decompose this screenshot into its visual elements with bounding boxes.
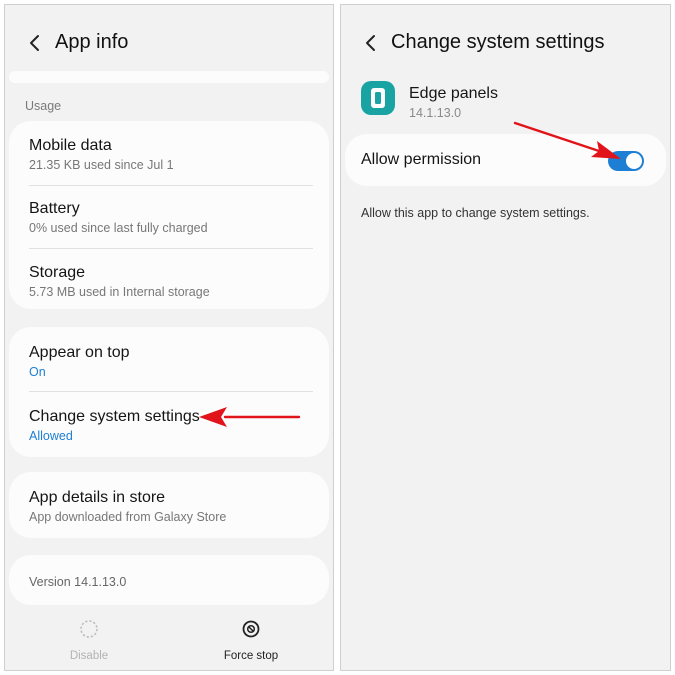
mobile-data-item[interactable]: Mobile data 21.35 KB used since Jul 1 [29, 136, 311, 173]
appear-on-top-status: On [29, 365, 46, 379]
app-version: 14.1.13.0 [409, 106, 462, 120]
section-label-usage: Usage [25, 99, 62, 113]
appear-on-top-item[interactable]: Appear on top On [29, 343, 311, 380]
storage-title: Storage [29, 264, 86, 281]
permission-card: Allow permission [345, 134, 666, 186]
change-system-settings-item[interactable]: Change system settings Allowed [29, 407, 311, 444]
clipped-card [9, 71, 329, 83]
divider [29, 185, 313, 186]
app-info-screen: App info Usage Mobile data 21.35 KB used… [4, 4, 334, 671]
allow-permission-toggle[interactable] [608, 151, 644, 171]
disable-button[interactable]: Disable [39, 618, 139, 664]
mobile-data-sub: 21.35 KB used since Jul 1 [29, 158, 174, 172]
change-system-settings-status: Allowed [29, 429, 73, 443]
advanced-card: Appear on top On Change system settings … [9, 327, 329, 457]
battery-sub: 0% used since last fully charged [29, 221, 208, 235]
app-info-header: App info [5, 25, 333, 61]
allow-permission-label: Allow permission [361, 151, 482, 168]
force-stop-icon [242, 620, 260, 638]
battery-title: Battery [29, 200, 80, 217]
permission-description: Allow this app to change system settings… [361, 206, 590, 220]
version-card: Version 14.1.13.0 [9, 555, 329, 605]
version-text: Version 14.1.13.0 [29, 575, 127, 589]
app-details-in-store-item[interactable]: App details in store App downloaded from… [29, 488, 311, 525]
page-title: App info [55, 31, 129, 53]
app-name: Edge panels [409, 85, 498, 102]
edge-panels-app-icon [361, 81, 395, 115]
bottom-action-bar: Disable Force stop [5, 610, 333, 670]
storage-sub: 5.73 MB used in Internal storage [29, 285, 210, 299]
mobile-data-title: Mobile data [29, 137, 112, 154]
storage-item[interactable]: Storage 5.73 MB used in Internal storage [29, 263, 311, 300]
toggle-knob [626, 153, 642, 169]
back-arrow-icon[interactable] [25, 33, 45, 53]
app-details-title: App details in store [29, 489, 166, 506]
appear-on-top-title: Appear on top [29, 344, 130, 361]
divider [29, 248, 313, 249]
change-system-settings-title: Change system settings [29, 408, 200, 425]
divider [29, 391, 313, 392]
disable-label: Disable [69, 650, 109, 662]
page-title: Change system settings [391, 31, 605, 53]
store-card: App details in store App downloaded from… [9, 472, 329, 538]
usage-card: Mobile data 21.35 KB used since Jul 1 Ba… [9, 121, 329, 309]
battery-item[interactable]: Battery 0% used since last fully charged [29, 199, 311, 236]
app-details-sub: App downloaded from Galaxy Store [29, 510, 227, 524]
disable-icon [80, 620, 98, 638]
force-stop-button[interactable]: Force stop [201, 618, 301, 664]
change-system-settings-screen: Change system settings Edge panels 14.1.… [340, 4, 671, 671]
force-stop-label: Force stop [223, 650, 279, 662]
change-system-settings-header: Change system settings [341, 25, 670, 61]
back-arrow-icon[interactable] [361, 33, 381, 53]
